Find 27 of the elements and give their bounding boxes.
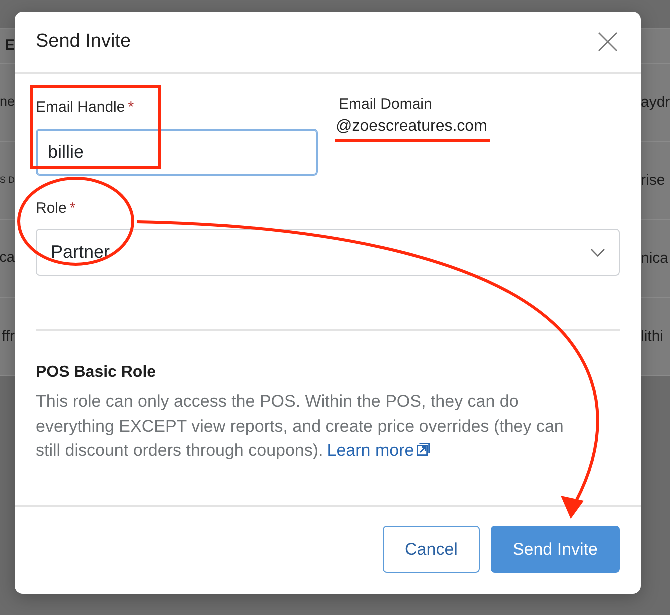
email-domain-text: @zoescreatures.com	[336, 119, 488, 135]
chevron-down-icon	[591, 248, 605, 256]
table-cell: ne	[0, 94, 15, 111]
role-title: POS Basic Role	[36, 363, 156, 383]
role-select[interactable]: Partner	[36, 229, 620, 276]
table-cell: lithi	[641, 328, 664, 346]
field-label: Email Domain	[339, 96, 432, 114]
table-header: E	[4, 37, 15, 55]
table-cell: S D	[0, 175, 15, 186]
table-cell: ca	[0, 250, 15, 268]
table-cell: ffr	[2, 328, 15, 346]
table-cell: aydr	[641, 94, 670, 112]
field-label: Email Handle	[36, 99, 126, 117]
send-invite-button[interactable]: Send Invite	[490, 526, 620, 573]
table-cell: nica	[641, 250, 669, 268]
close-button[interactable]	[596, 30, 620, 54]
cancel-button[interactable]: Cancel	[383, 526, 480, 573]
required-mark: *	[70, 200, 76, 218]
role-description: This role can only access the POS. Within the POS, they can do everything EXCEPT view reports, and create price overrides (they can still discount orders through coupons). Learn more	[36, 391, 565, 462]
dialog-title: Send Invite	[36, 30, 132, 54]
learn-more-link[interactable]: Learn more	[327, 441, 430, 460]
field-label: Role	[36, 200, 67, 218]
table-cell: rise	[641, 172, 666, 190]
close-icon	[598, 32, 618, 52]
required-mark: *	[128, 99, 134, 117]
external-link-icon	[417, 443, 430, 456]
email-handle-input[interactable]: billie	[36, 129, 318, 176]
